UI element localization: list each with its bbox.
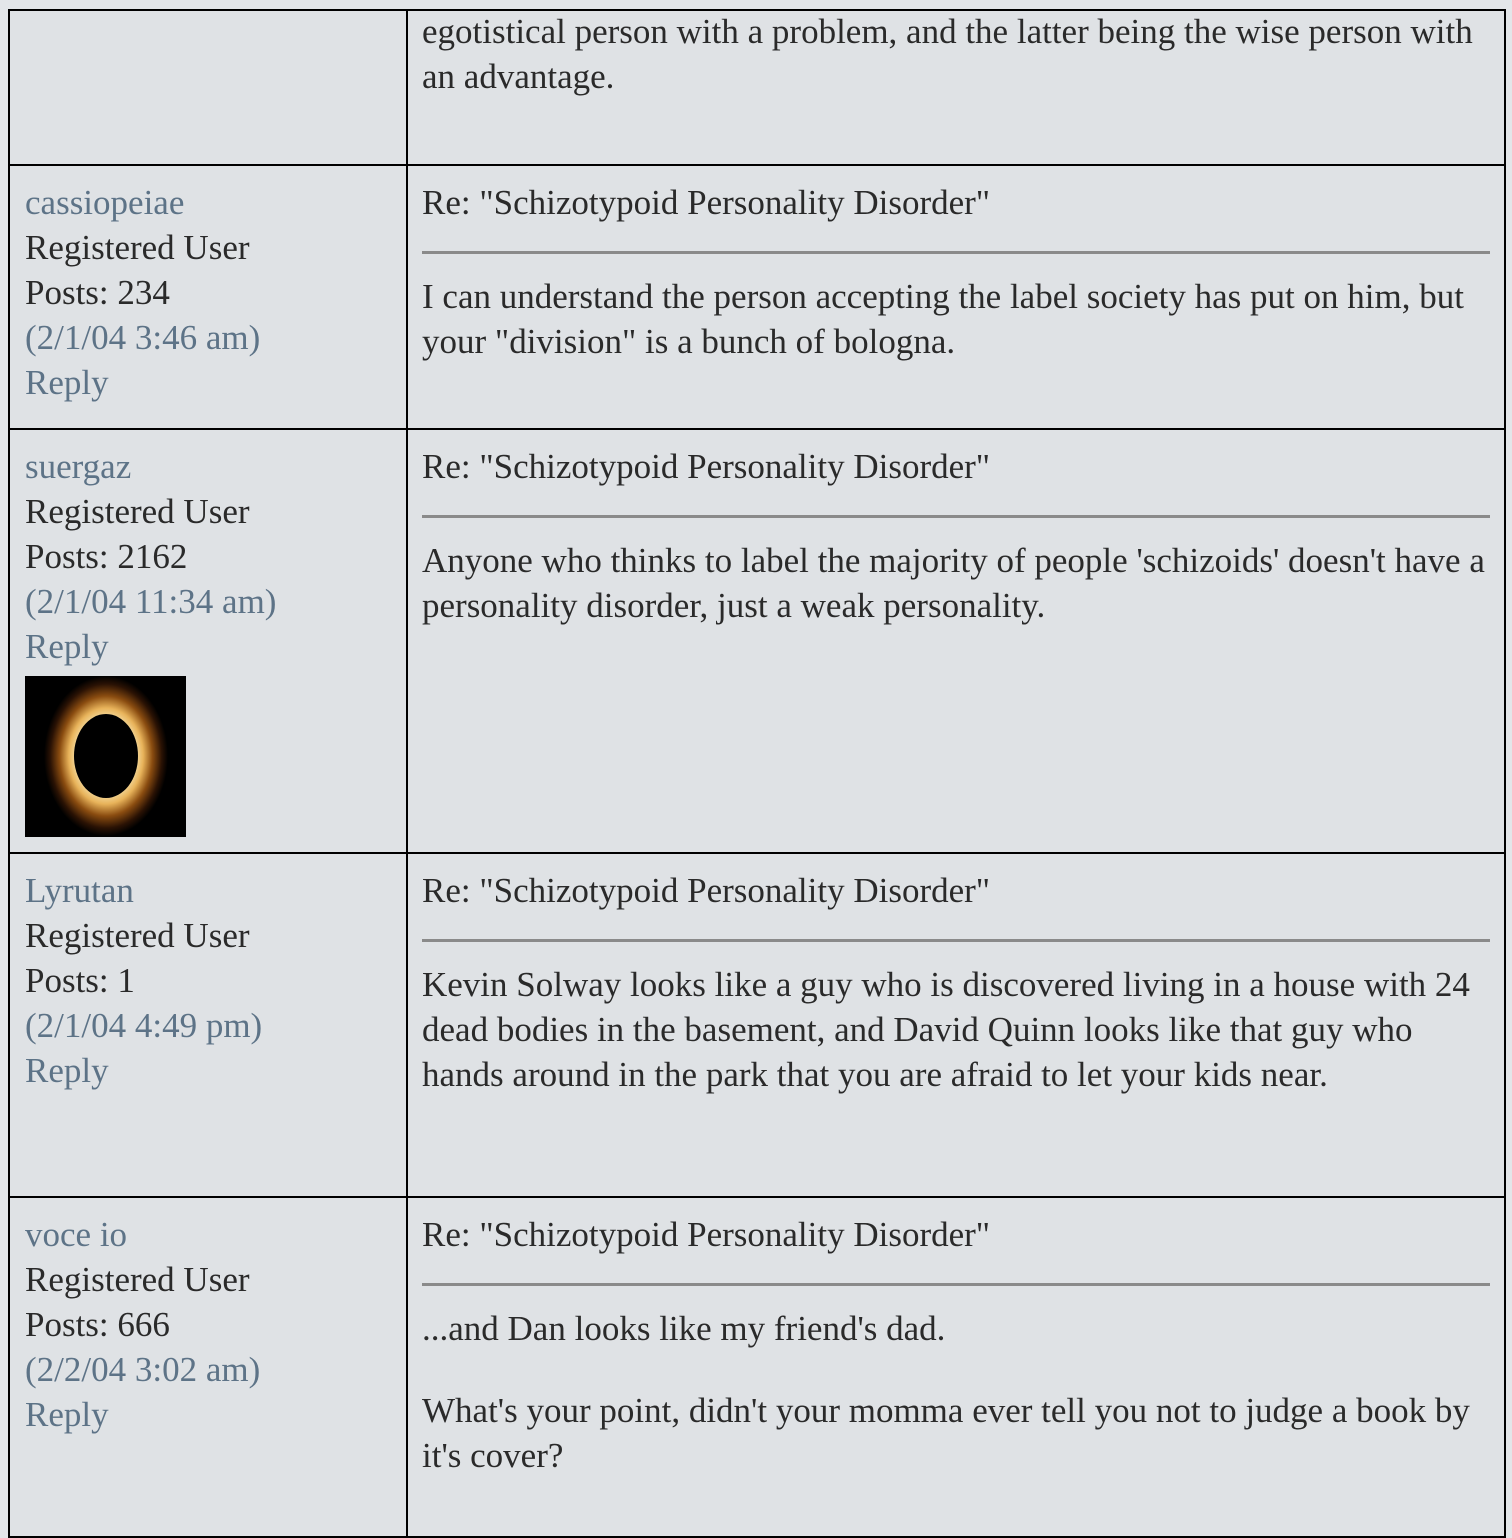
post-body: egotistical person with a problem, and t… [422,9,1490,99]
post-content-cell: Re: "Schizotypoid Personality Disorder" … [406,428,1506,854]
user-role: Registered User [25,492,250,531]
post-subject: Re: "Schizotypoid Personality Disorder" [422,1215,991,1254]
post-body: I can understand the person accepting th… [422,274,1490,364]
post-row: Lyrutan Registered User Posts: 1 (2/1/04… [8,852,1506,1198]
post-subject: Re: "Schizotypoid Personality Disorder" [422,183,991,222]
post-row: voce io Registered User Posts: 666 (2/2/… [8,1196,1506,1538]
post-body-paragraph: What's your point, didn't your momma eve… [422,1391,1470,1475]
post-subject: Re: "Schizotypoid Personality Disorder" [422,871,991,910]
post-timestamp-link[interactable]: (2/2/04 3:02 am) [25,1347,406,1392]
reply-link[interactable]: Reply [25,1048,406,1093]
post-body: Anyone who thinks to label the majority … [422,538,1490,628]
post-timestamp-link[interactable]: (2/1/04 3:46 am) [25,315,406,360]
post-content-cell: Re: "Schizotypoid Personality Disorder" … [406,164,1506,430]
user-info-cell [8,9,408,166]
post-content-cell: Re: "Schizotypoid Personality Disorder" … [406,1196,1506,1538]
post-content-cell: egotistical person with a problem, and t… [406,9,1506,166]
reply-link[interactable]: Reply [25,624,406,669]
post-row-previous: egotistical person with a problem, and t… [8,9,1506,166]
post-row: cassiopeiae Registered User Posts: 234 (… [8,164,1506,430]
post-body-paragraph: Anyone who thinks to label the majority … [422,541,1485,625]
subject-divider [422,251,1490,254]
page-top-strip [0,0,1512,9]
post-subject: Re: "Schizotypoid Personality Disorder" [422,447,991,486]
subject-divider [422,1283,1490,1286]
post-body-paragraph: ...and Dan looks like my friend's dad. [422,1309,946,1348]
user-post-count: Posts: 234 [25,273,170,312]
user-info-cell: cassiopeiae Registered User Posts: 234 (… [8,164,408,430]
subject-divider [422,939,1490,942]
user-info-cell: voce io Registered User Posts: 666 (2/2/… [8,1196,408,1538]
username-link[interactable]: Lyrutan [25,868,406,913]
post-body-paragraph: I can understand the person accepting th… [422,277,1464,361]
username-link[interactable]: voce io [25,1212,406,1257]
post-row: suergaz Registered User Posts: 2162 (2/1… [8,428,1506,854]
user-post-count: Posts: 2162 [25,537,188,576]
solar-eclipse-avatar [25,676,186,837]
user-info-cell: suergaz Registered User Posts: 2162 (2/1… [8,428,408,854]
post-body-paragraph: egotistical person with a problem, and t… [422,12,1473,96]
user-role: Registered User [25,228,250,267]
user-info-cell: Lyrutan Registered User Posts: 1 (2/1/04… [8,852,408,1198]
post-timestamp-link[interactable]: (2/1/04 11:34 am) [25,579,406,624]
post-body: ...and Dan looks like my friend's dad. W… [422,1306,1490,1478]
forum-thread-table: egotistical person with a problem, and t… [8,9,1506,1538]
user-role: Registered User [25,1260,250,1299]
reply-link[interactable]: Reply [25,360,406,405]
subject-divider [422,515,1490,518]
username-link[interactable]: suergaz [25,444,406,489]
post-content-cell: Re: "Schizotypoid Personality Disorder" … [406,852,1506,1198]
post-timestamp-link[interactable]: (2/1/04 4:49 pm) [25,1003,406,1048]
post-body: Kevin Solway looks like a guy who is dis… [422,962,1490,1097]
username-link[interactable]: cassiopeiae [25,180,406,225]
post-body-paragraph: Kevin Solway looks like a guy who is dis… [422,965,1470,1094]
user-post-count: Posts: 1 [25,961,135,1000]
user-post-count: Posts: 666 [25,1305,170,1344]
user-role: Registered User [25,916,250,955]
reply-link[interactable]: Reply [25,1392,406,1437]
